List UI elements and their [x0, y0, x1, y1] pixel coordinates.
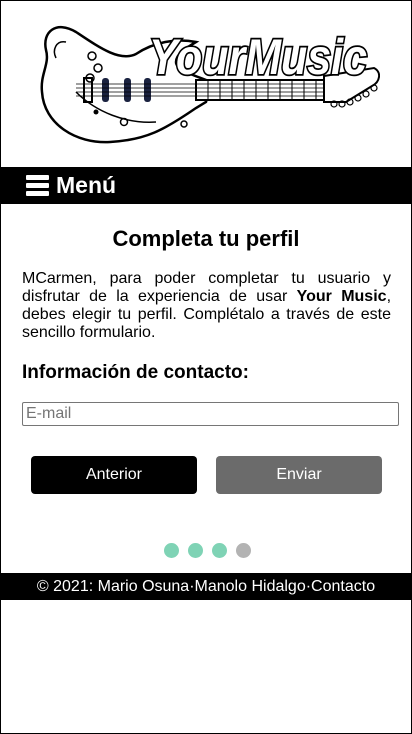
email-input[interactable] — [22, 402, 399, 426]
hamburger-icon[interactable] — [26, 175, 49, 196]
send-button[interactable]: Enviar — [216, 456, 382, 494]
contact-section-title: Información de contacto: — [22, 362, 249, 383]
progress-dot-pending — [236, 543, 251, 558]
footer-copyright: © 2021: Mario Osuna — [36, 577, 190, 595]
intro-paragraph: MCarmen, para poder completar tu usuario… — [22, 270, 391, 342]
menu-label[interactable]: Menú — [56, 172, 116, 199]
progress-dot-completed — [164, 543, 179, 558]
your-music-logo[interactable]: YourMusic — [36, 12, 380, 152]
logo-wordmark: YourMusic — [149, 29, 367, 85]
progress-dots — [164, 543, 251, 558]
progress-dot-completed — [212, 543, 227, 558]
menu-bar[interactable]: Menú — [1, 167, 411, 204]
intro-brand: Your Music — [296, 288, 387, 305]
footer-contact-link[interactable]: Contacto — [311, 578, 375, 596]
progress-dot-completed — [188, 543, 203, 558]
page-title: Completa tu perfil — [112, 226, 300, 251]
footer-author-link[interactable]: Manolo Hidalgo — [195, 578, 306, 596]
footer: © 2021: Mario Osuna · Manolo Hidalgo · C… — [1, 573, 411, 600]
previous-button[interactable]: Anterior — [31, 456, 197, 494]
